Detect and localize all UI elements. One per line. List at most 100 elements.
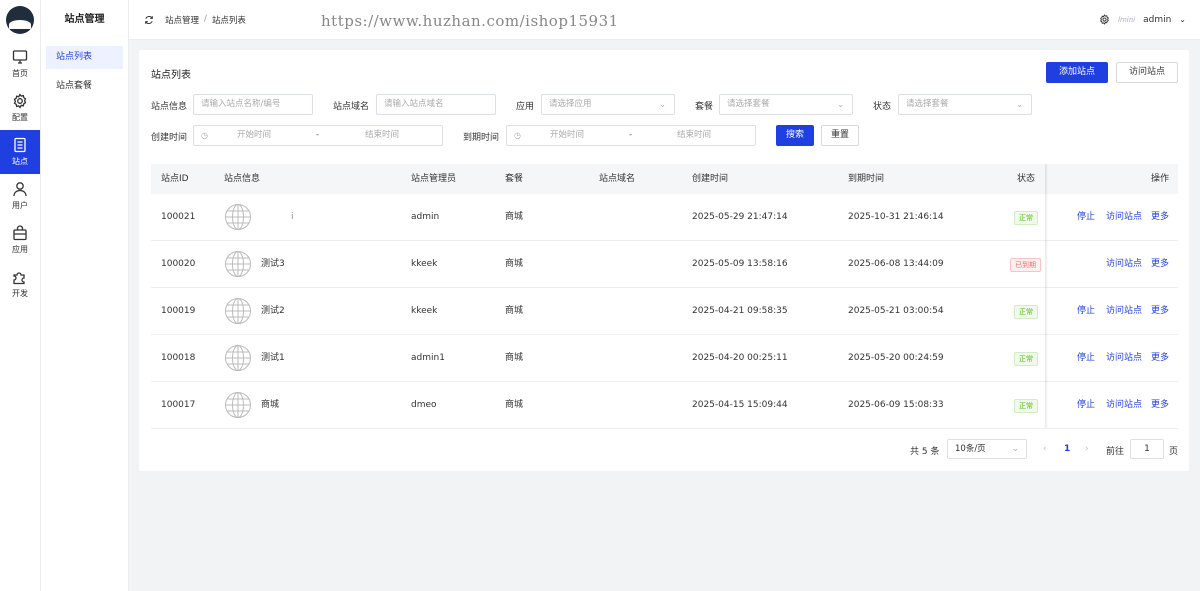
more-link[interactable]: 更多 bbox=[1151, 288, 1169, 335]
breadcrumb: 站点管理 / 站点列表 bbox=[165, 14, 246, 26]
clock-icon: ◷ bbox=[514, 131, 521, 140]
icon-rail: 首页 配置 站点 用户 应用 开发 bbox=[0, 0, 41, 591]
column-header: 站点信息 bbox=[224, 174, 261, 184]
created-time: 2025-05-29 21:47:14 bbox=[692, 212, 788, 222]
expire-time: 2025-06-08 13:44:09 bbox=[848, 259, 944, 269]
globe-icon bbox=[225, 298, 251, 324]
rail-item-dev[interactable]: 开发 bbox=[0, 262, 40, 306]
end-time-input[interactable]: 结束时间 bbox=[677, 126, 711, 145]
package-select[interactable]: 请选择套餐 ⌄ bbox=[719, 94, 853, 115]
range-separator: - bbox=[316, 130, 320, 140]
expire-time: 2025-10-31 21:46:14 bbox=[848, 212, 944, 222]
username[interactable]: admin bbox=[1143, 15, 1171, 25]
stop-button[interactable]: 停止 bbox=[1077, 382, 1095, 429]
topbar: 站点管理 / 站点列表 lmini admin ⌄ bbox=[129, 0, 1200, 40]
table-row: 100017 商城 dmeo 商城 2025-04-15 15:09:44 20… bbox=[151, 382, 1178, 429]
chevron-down-icon: ⌄ bbox=[1011, 444, 1019, 454]
user-avatar-tag: lmini bbox=[1118, 15, 1136, 24]
prev-page-icon[interactable]: ‹ bbox=[1043, 444, 1047, 454]
rail-item-label: 配置 bbox=[12, 113, 28, 122]
package-label: 套餐 bbox=[695, 102, 714, 112]
visit-site-button[interactable]: 访问站点 bbox=[1116, 62, 1178, 83]
column-header: 套餐 bbox=[505, 174, 524, 184]
topbar-right: lmini admin ⌄ bbox=[1099, 14, 1200, 25]
rail-item-site[interactable]: 站点 bbox=[0, 130, 40, 174]
table-row: 100020 测试3 kkeek 商城 2025-05-09 13:58:16 … bbox=[151, 241, 1178, 288]
rail-item-label: 站点 bbox=[12, 157, 28, 166]
more-link[interactable]: 更多 bbox=[1151, 241, 1169, 288]
visit-site-link[interactable]: 访问站点 bbox=[1106, 335, 1142, 382]
rail-item-user[interactable]: 用户 bbox=[0, 174, 40, 218]
logo[interactable] bbox=[6, 6, 34, 34]
status-label: 状态 bbox=[873, 102, 892, 112]
site-package: 商城 bbox=[505, 212, 524, 222]
site-id: 100021 bbox=[161, 212, 196, 222]
created-time: 2025-04-20 00:25:11 bbox=[692, 353, 788, 363]
add-site-button[interactable]: 添加站点 bbox=[1046, 62, 1108, 83]
page-title: 站点列表 bbox=[151, 70, 191, 81]
document-icon bbox=[14, 137, 26, 153]
status-select-placeholder: 请选择套餐 bbox=[906, 99, 949, 109]
app-select[interactable]: 请选择应用 ⌄ bbox=[541, 94, 675, 115]
chevron-down-icon[interactable]: ⌄ bbox=[1179, 15, 1186, 24]
reset-button[interactable]: 重置 bbox=[821, 125, 859, 146]
column-header: 站点域名 bbox=[599, 174, 636, 184]
site-admin: dmeo bbox=[411, 400, 437, 410]
start-time-input[interactable]: 开始时间 bbox=[550, 126, 584, 145]
page-number-current[interactable]: 1 bbox=[1064, 444, 1070, 454]
main-card: 站点列表 添加站点 访问站点 站点信息 请输入站点名称/编号 站点域名 请输入站… bbox=[139, 50, 1189, 471]
submenu-item-site-list[interactable]: 站点列表 bbox=[46, 46, 123, 69]
create-time-range[interactable]: ◷ 开始时间 - 结束时间 bbox=[193, 125, 443, 146]
breadcrumb-item: 站点列表 bbox=[211, 15, 246, 26]
package-select-placeholder: 请选择套餐 bbox=[727, 99, 770, 109]
breadcrumb-item[interactable]: 站点管理 bbox=[165, 14, 199, 26]
start-time-input[interactable]: 开始时间 bbox=[237, 126, 271, 145]
globe-icon bbox=[225, 204, 251, 230]
visit-site-link[interactable]: 访问站点 bbox=[1106, 241, 1142, 288]
gear-icon bbox=[13, 93, 27, 109]
more-link[interactable]: 更多 bbox=[1151, 382, 1169, 429]
page-size-value: 10条/页 bbox=[955, 444, 986, 454]
column-header: 到期时间 bbox=[848, 174, 885, 184]
visit-site-link[interactable]: 访问站点 bbox=[1106, 288, 1142, 335]
site-name: 测试3 bbox=[261, 259, 285, 269]
stop-button[interactable]: 停止 bbox=[1077, 335, 1095, 382]
site-admin: kkeek bbox=[411, 259, 438, 269]
submenu-item-site-package[interactable]: 站点套餐 bbox=[46, 75, 123, 98]
site-name: 商城 bbox=[261, 400, 280, 410]
stop-button[interactable]: 停止 bbox=[1077, 194, 1095, 241]
column-header: 状态 bbox=[1017, 174, 1036, 184]
page-size-select[interactable]: 10条/页 ⌄ bbox=[947, 439, 1027, 459]
rail-item-label: 应用 bbox=[12, 245, 28, 254]
visit-site-link[interactable]: 访问站点 bbox=[1106, 194, 1142, 241]
end-time-input[interactable]: 结束时间 bbox=[365, 126, 399, 145]
rail-item-config[interactable]: 配置 bbox=[0, 86, 40, 130]
puzzle-icon bbox=[13, 272, 25, 285]
rail-item-label: 首页 bbox=[12, 69, 28, 78]
visit-site-link[interactable]: 访问站点 bbox=[1106, 382, 1142, 429]
column-header: 站点ID bbox=[161, 174, 189, 184]
stop-button[interactable]: 停止 bbox=[1077, 288, 1095, 335]
created-time: 2025-04-21 09:58:35 bbox=[692, 306, 788, 316]
user-icon bbox=[13, 182, 27, 197]
expire-time-range[interactable]: ◷ 开始时间 - 结束时间 bbox=[506, 125, 756, 146]
more-link[interactable]: 更多 bbox=[1151, 194, 1169, 241]
domain-input[interactable]: 请输入站点域名 bbox=[376, 94, 496, 115]
status-select[interactable]: 请选择套餐 ⌄ bbox=[898, 94, 1032, 115]
bag-icon bbox=[13, 225, 27, 241]
search-button[interactable]: 搜索 bbox=[776, 125, 814, 146]
column-header: 创建时间 bbox=[692, 174, 729, 184]
watermark: https://www.huzhan.com/ishop15931 bbox=[321, 12, 619, 30]
more-link[interactable]: 更多 bbox=[1151, 335, 1169, 382]
expire-time: 2025-05-21 03:00:54 bbox=[848, 306, 944, 316]
settings-icon[interactable] bbox=[1099, 14, 1110, 25]
monitor-icon bbox=[12, 50, 28, 64]
rail-item-app[interactable]: 应用 bbox=[0, 218, 40, 262]
site-name: 测试1 bbox=[261, 353, 285, 363]
table-row: 100018 测试1 admin1 商城 2025-04-20 00:25:11… bbox=[151, 335, 1178, 382]
goto-page-input[interactable]: 1 bbox=[1130, 439, 1164, 459]
next-page-icon[interactable]: › bbox=[1085, 444, 1089, 454]
rail-item-home[interactable]: 首页 bbox=[0, 42, 40, 86]
site-info-input[interactable]: 请输入站点名称/编号 bbox=[193, 94, 313, 115]
refresh-icon[interactable] bbox=[143, 14, 155, 26]
